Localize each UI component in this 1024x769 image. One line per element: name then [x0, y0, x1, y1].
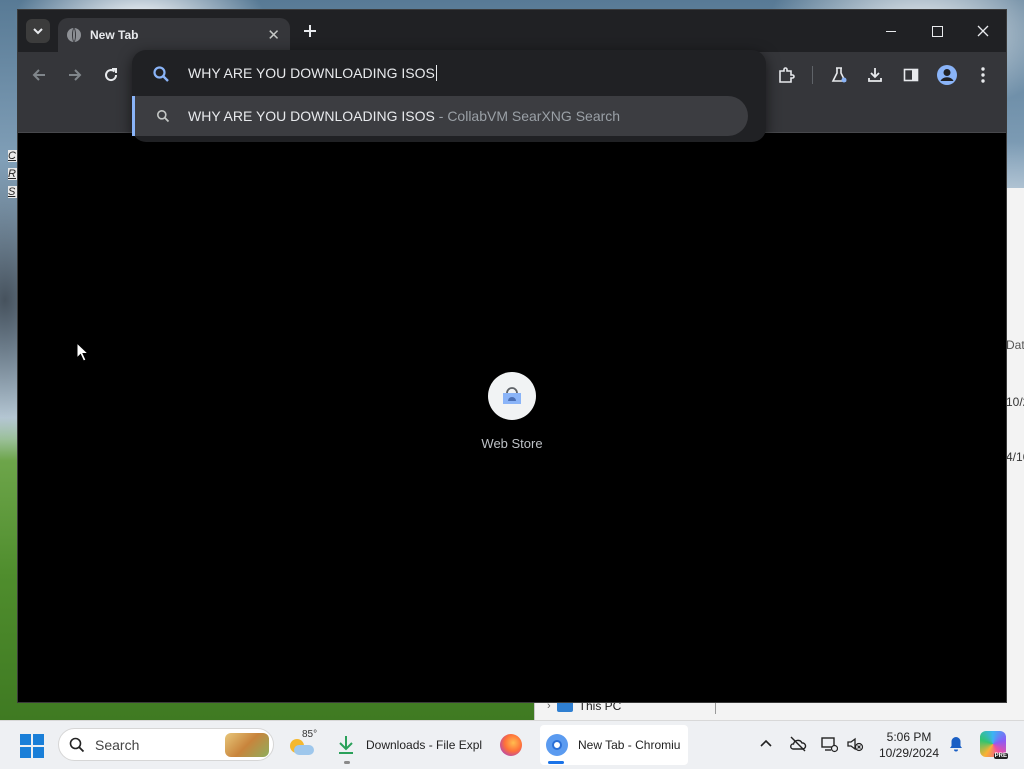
system-clock[interactable]: 5:06 PM 10/29/2024	[874, 729, 944, 761]
download-icon	[868, 68, 882, 82]
menu-button[interactable]	[972, 64, 994, 86]
profile-button[interactable]	[936, 64, 958, 86]
web-store-tile[interactable]	[488, 372, 536, 420]
globe-icon	[67, 28, 81, 42]
weather-widget[interactable]: 85°	[288, 729, 322, 761]
downloads-button[interactable]	[864, 64, 886, 86]
taskbar-app-chromium[interactable]: New Tab - Chromiu	[540, 725, 688, 765]
preview-badge: PRE	[993, 753, 1008, 759]
tab-search-button[interactable]	[26, 19, 50, 43]
chevron-down-icon	[33, 28, 43, 35]
windows-logo-icon	[33, 734, 44, 745]
kebab-menu-icon	[981, 67, 985, 83]
running-indicator	[344, 761, 350, 764]
puzzle-icon	[779, 67, 795, 83]
search-highlight-image	[225, 733, 269, 757]
title-bar: New Tab ✕	[18, 10, 1006, 52]
file-row-date: 4/16	[1006, 450, 1024, 464]
windows-logo-icon	[20, 747, 31, 758]
web-store-icon	[503, 387, 521, 404]
omnibox-input[interactable]: WHY ARE YOU DOWNLOADING ISOS	[188, 65, 437, 81]
taskbar-app-label: Downloads - File Expl	[366, 738, 483, 752]
start-button[interactable]	[20, 734, 44, 758]
firefox-icon	[500, 734, 522, 756]
notification-bell-icon[interactable]	[948, 735, 964, 753]
download-arrow-icon	[339, 736, 353, 754]
new-tab-button[interactable]	[298, 20, 322, 44]
profile-icon	[937, 65, 957, 85]
close-icon	[977, 25, 989, 37]
omnibox-query: WHY ARE YOU DOWNLOADING ISOS	[188, 65, 435, 81]
windows-logo-icon	[20, 734, 31, 745]
chevron-up-icon[interactable]	[758, 735, 774, 753]
chromium-icon-center	[552, 740, 562, 750]
taskbar-app-file-explorer[interactable]: Downloads - File Expl	[334, 725, 484, 765]
suggestion-query: WHY ARE YOU DOWNLOADING ISOS	[188, 108, 435, 124]
search-icon	[69, 737, 85, 753]
maximize-icon	[931, 25, 943, 37]
reload-icon	[105, 68, 118, 82]
forward-button[interactable]	[64, 64, 86, 86]
copilot-button[interactable]: PRE	[980, 731, 1008, 759]
suggestion-text: WHY ARE YOU DOWNLOADING ISOS - CollabVM …	[188, 108, 620, 124]
side-panel-icon	[903, 68, 919, 82]
minimize-icon	[886, 30, 896, 32]
labs-button[interactable]	[828, 64, 850, 86]
plus-icon	[304, 25, 316, 37]
shortcut-label: Web Store	[481, 436, 543, 451]
file-row-date: 10/2	[1006, 395, 1024, 409]
omnibox-popup: WHY ARE YOU DOWNLOADING ISOS WHY ARE YOU…	[132, 50, 766, 142]
reload-button[interactable]	[100, 64, 122, 86]
tab-title: New Tab	[90, 28, 139, 42]
network-icon[interactable]	[820, 735, 838, 753]
side-panel-button[interactable]	[900, 64, 922, 86]
mouse-pointer-icon	[76, 342, 90, 362]
back-arrow-icon	[32, 69, 45, 81]
text-caret	[435, 65, 437, 81]
search-icon	[157, 110, 170, 123]
maximize-button[interactable]	[917, 18, 957, 44]
back-button[interactable]	[28, 64, 50, 86]
search-icon	[153, 66, 169, 82]
clock-time: 5:06 PM	[886, 730, 932, 744]
taskbar-app-label: New Tab - Chromiu	[578, 738, 681, 752]
suggestion-separator: -	[434, 108, 448, 124]
minimize-button[interactable]	[871, 18, 911, 44]
date-column-header[interactable]: Dat	[1006, 338, 1024, 352]
chromium-window: New Tab ✕ WHY ARE YOU DOWNLOADING ISOS W…	[18, 10, 1006, 702]
shortcut-web-store[interactable]: Web Store	[474, 372, 550, 451]
cloud-icon	[294, 745, 314, 755]
close-window-button[interactable]	[963, 18, 1003, 44]
search-placeholder: Search	[95, 737, 140, 753]
forward-arrow-icon	[69, 69, 82, 81]
windows-logo-icon	[33, 747, 44, 758]
tab-new-tab[interactable]: New Tab ✕	[58, 18, 290, 52]
chromium-icon	[546, 734, 568, 756]
suggestion-engine: CollabVM SearXNG Search	[447, 108, 621, 124]
taskbar: Search 85° Downloads - File Expl New Tab…	[0, 720, 1024, 769]
taskbar-app-firefox[interactable]	[500, 725, 526, 765]
taskbar-search[interactable]: Search	[58, 728, 274, 761]
omnibox-suggestion[interactable]: WHY ARE YOU DOWNLOADING ISOS - CollabVM …	[132, 96, 748, 136]
flask-icon	[831, 67, 847, 83]
close-icon[interactable]: ✕	[267, 28, 280, 43]
weather-temperature: 85°	[302, 729, 318, 740]
extensions-button[interactable]	[775, 64, 797, 86]
onedrive-offline-icon[interactable]	[789, 735, 807, 753]
clock-date: 10/29/2024	[878, 746, 940, 760]
active-indicator	[548, 761, 564, 764]
volume-muted-icon[interactable]	[846, 735, 864, 753]
toolbar-separator	[812, 66, 813, 84]
